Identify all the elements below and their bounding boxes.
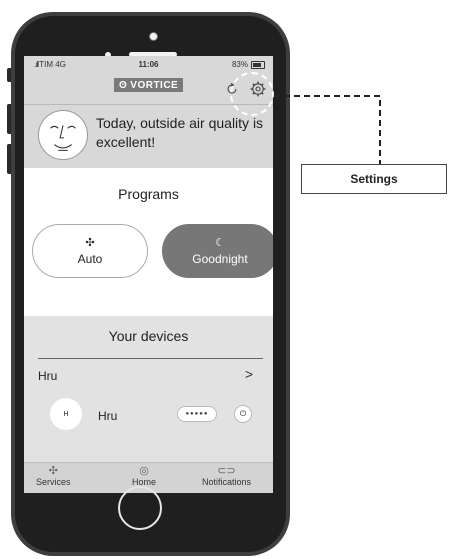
speed-indicator[interactable]: ●●●●● bbox=[177, 406, 217, 422]
volume-up-button bbox=[7, 104, 11, 134]
fan-icon: ✣ bbox=[85, 236, 95, 249]
power-button[interactable]: ⏻ bbox=[234, 405, 252, 423]
battery-icon bbox=[251, 60, 265, 69]
program-goodnight-button[interactable]: ☾ Goodnight bbox=[162, 224, 273, 278]
devices-section: Your devices Hru > H Hru ●●●●● ⏻ bbox=[24, 316, 273, 462]
power-icon: ⏻ bbox=[239, 409, 247, 418]
volume-down-button bbox=[7, 144, 11, 174]
programs-title: Programs bbox=[118, 186, 179, 202]
fan-icon: ✣ bbox=[48, 465, 58, 477]
tab-notifications[interactable]: ⊂⊃ Notifications bbox=[202, 465, 251, 487]
divider bbox=[38, 358, 263, 359]
front-camera bbox=[149, 32, 158, 41]
tab-services[interactable]: ✣ Services bbox=[36, 465, 71, 487]
air-quality-banner: Today, outside air quality is excellent! bbox=[24, 104, 273, 164]
mute-switch bbox=[7, 68, 11, 82]
status-bar: .ıll TIM 4G 11:06 83% bbox=[24, 56, 273, 72]
brand-logo: ʘ VORTICE bbox=[114, 78, 184, 92]
programs-section: Programs ✣ Auto ☾ Goodnight bbox=[24, 168, 273, 316]
devices-title: Your devices bbox=[108, 328, 189, 344]
chevron-right-icon[interactable]: > bbox=[245, 366, 253, 382]
air-quality-message: Today, outside air quality is excellent! bbox=[96, 115, 264, 150]
home-hardware-button[interactable] bbox=[118, 486, 162, 530]
tab-home[interactable]: ◎ Home bbox=[132, 465, 156, 487]
home-icon: ◎ bbox=[139, 465, 149, 477]
vortice-mark-icon: ʘ bbox=[119, 79, 128, 91]
happy-face-icon bbox=[38, 110, 88, 160]
callout-connector bbox=[274, 95, 381, 164]
device-group-label[interactable]: Hru bbox=[38, 369, 57, 383]
settings-callout: Settings bbox=[301, 164, 447, 194]
settings-highlight-circle bbox=[230, 72, 274, 116]
device-name[interactable]: Hru bbox=[98, 409, 117, 423]
device-avatar[interactable]: H bbox=[50, 398, 82, 430]
battery-indicator: 83% bbox=[232, 60, 265, 69]
bell-icon: ⊂⊃ bbox=[217, 465, 236, 477]
moon-icon: ☾ bbox=[215, 236, 225, 249]
program-auto-button[interactable]: ✣ Auto bbox=[32, 224, 148, 278]
phone-screen: .ıll TIM 4G 11:06 83% ʘ VORTICE Today, o… bbox=[24, 56, 273, 493]
